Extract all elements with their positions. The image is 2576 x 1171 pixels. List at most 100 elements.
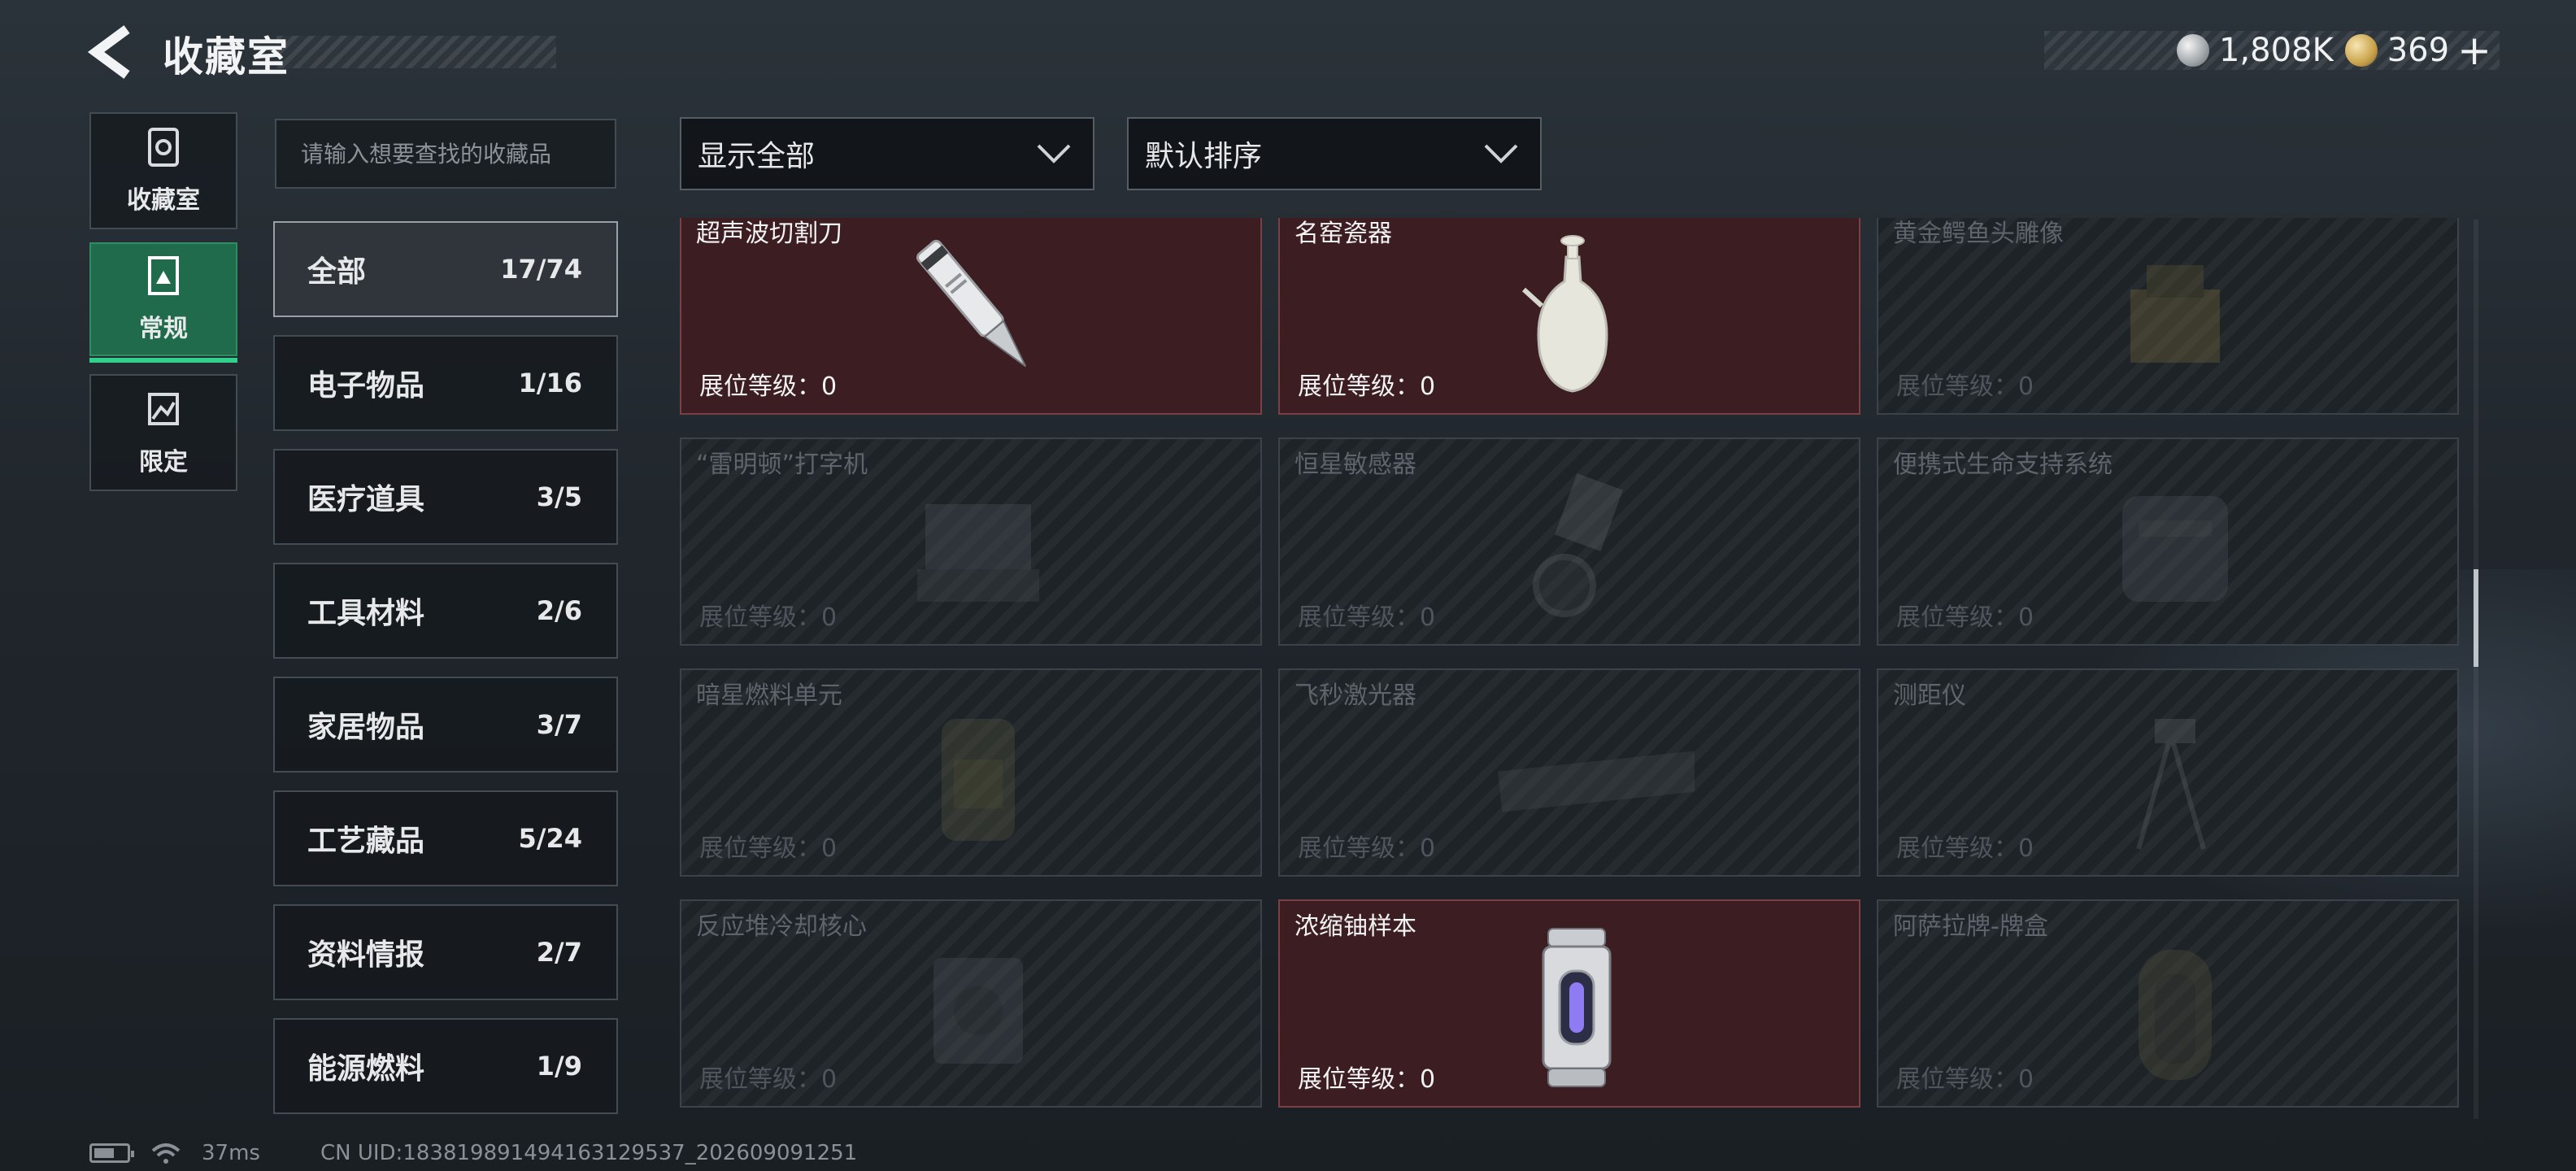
category-electronics[interactable]: 电子物品 1/16 [273,335,618,431]
rail-item-collection-room[interactable]: 收藏室 [89,112,237,229]
collection-card[interactable]: 测距仪 展位等级：0 [1877,668,2459,877]
booth-level: 展位等级：0 [699,603,838,632]
grid-scrollbar[interactable] [2474,220,2478,1119]
item-name: 恒星敏感器 [1295,451,1416,479]
rangefinder-icon [2136,719,2206,850]
collection-card[interactable]: 名窑瓷器 展位等级：0 [1278,218,1860,415]
rail-item-limited[interactable]: 限定 [89,374,237,491]
item-name: 阿萨拉牌-牌盒 [1893,912,2048,941]
booth-level: 展位等级：0 [1298,1065,1436,1094]
life-support-icon [2122,496,2228,602]
collection-card[interactable]: 反应堆冷却核心 展位等级：0 [680,899,1262,1108]
status-footer: 37ms CN UID:183819891494163129537_202609… [89,1138,857,1168]
category-tools[interactable]: 工具材料 2/6 [273,563,618,659]
wifi-icon [151,1143,181,1164]
booth-level: 展位等级：0 [699,834,838,863]
silver-amount: 1,808K [2218,32,2334,69]
category-energy[interactable]: 能源燃料 1/9 [273,1018,618,1114]
reactor-core-icon [933,958,1023,1064]
category-count: 2/7 [536,937,582,968]
uid-text: CN UID:183819891494163129537_20260909125… [320,1141,858,1165]
collection-card[interactable]: “雷明顿”打字机 展位等级：0 [680,437,1262,646]
booth-level: 展位等级：0 [1298,603,1436,632]
booth-level: 展位等级：0 [1298,834,1436,863]
collection-grid: 超声波切割刀 展位等级：0 名窑瓷器 展位等级：0 黄金鳄鱼头雕像 展位等级：0… [680,218,2461,1121]
item-name: 便携式生命支持系统 [1893,451,2113,479]
category-count: 2/6 [536,595,582,626]
uranium-sample-icon [1542,928,1612,1087]
category-all[interactable]: 全部 17/74 [273,221,618,317]
category-count: 17/74 [500,254,582,285]
sort-value: 默认排序 [1145,140,1263,173]
collection-card[interactable]: 超声波切割刀 展位等级：0 [680,218,1262,415]
item-name: 反应堆冷却核心 [696,912,867,941]
item-name: “雷明顿”打字机 [696,451,868,479]
booth-level: 展位等级：0 [699,1065,838,1094]
collection-card[interactable]: 恒星敏感器 展位等级：0 [1278,437,1860,646]
category-name: 医疗道具 [307,483,425,516]
display-filter-value: 显示全部 [698,140,816,173]
fuel-cell-icon [942,719,1015,841]
collection-card[interactable]: 阿萨拉牌-牌盒 展位等级：0 [1877,899,2459,1108]
category-name: 电子物品 [307,369,425,403]
booth-level: 展位等级：0 [1896,603,2034,632]
category-intel[interactable]: 资料情报 2/7 [273,904,618,1000]
item-name: 暗星燃料单元 [696,681,842,710]
gold-amount: 369 [2387,32,2450,69]
limited-icon [148,393,179,425]
latency-text: 37ms [202,1141,260,1165]
search-input[interactable] [275,119,616,189]
category-medical[interactable]: 医疗道具 3/5 [273,449,618,545]
title-decoration [276,36,556,68]
currency-gold: 369 [2344,32,2450,69]
item-name: 测距仪 [1893,681,1966,710]
collection-card[interactable]: 飞秒激光器 展位等级：0 [1278,668,1860,877]
booth-level: 展位等级：0 [1896,372,2034,401]
chevron-down-icon [1484,144,1518,163]
collection-room-icon [148,128,179,167]
regular-icon [148,256,179,295]
item-name: 超声波切割刀 [696,220,842,248]
collection-card[interactable]: 暗星燃料单元 展位等级：0 [680,668,1262,877]
item-name: 飞秒激光器 [1295,681,1416,710]
category-household[interactable]: 家居物品 3/7 [273,677,618,773]
back-arrow-icon[interactable] [86,24,137,80]
currency-silver: 1,808K [2176,32,2334,69]
currency-bar: 1,808K 369 + [2044,27,2500,74]
collection-card[interactable]: 浓缩铀样本 展位等级：0 [1278,899,1860,1108]
add-currency-button[interactable]: + [2457,27,2491,74]
scrollbar-thumb[interactable] [2474,569,2478,667]
category-name: 能源燃料 [307,1052,425,1086]
category-crafts[interactable]: 工艺藏品 5/24 [273,790,618,886]
gold-croc-statue-icon [2130,265,2220,363]
collection-card[interactable]: 便携式生命支持系统 展位等级：0 [1877,437,2459,646]
collection-card[interactable]: 黄金鳄鱼头雕像 展位等级：0 [1877,218,2459,415]
item-name: 黄金鳄鱼头雕像 [1893,220,2064,248]
gold-coin-icon [2344,34,2378,67]
category-count: 1/9 [536,1051,582,1082]
item-name: 名窑瓷器 [1295,220,1392,248]
category-name: 家居物品 [307,711,425,744]
booth-level: 展位等级：0 [1298,372,1436,401]
laser-icon [1498,747,1695,812]
category-count: 1/16 [518,368,582,398]
booth-level: 展位等级：0 [1896,1065,2034,1094]
rail-label: 限定 [139,448,188,477]
star-sensor-icon [1533,473,1623,617]
rail-label: 常规 [139,315,188,343]
card-box-icon [2139,950,2212,1080]
porcelain-vase-icon [1521,235,1608,393]
typewriter-icon [917,504,1039,602]
rail-item-regular[interactable]: 常规 [89,242,237,363]
category-count: 5/24 [518,823,582,854]
sort-dropdown[interactable]: 默认排序 [1127,117,1542,190]
rail-label: 收藏室 [127,186,200,215]
category-name: 工具材料 [307,597,425,630]
item-name: 浓缩铀样本 [1295,912,1416,941]
battery-icon [89,1143,134,1163]
category-count: 3/7 [536,709,582,740]
category-name: 资料情报 [307,938,425,972]
page-title: 收藏室 [163,33,289,81]
display-filter-dropdown[interactable]: 显示全部 [680,117,1094,190]
category-count: 3/5 [536,481,582,512]
